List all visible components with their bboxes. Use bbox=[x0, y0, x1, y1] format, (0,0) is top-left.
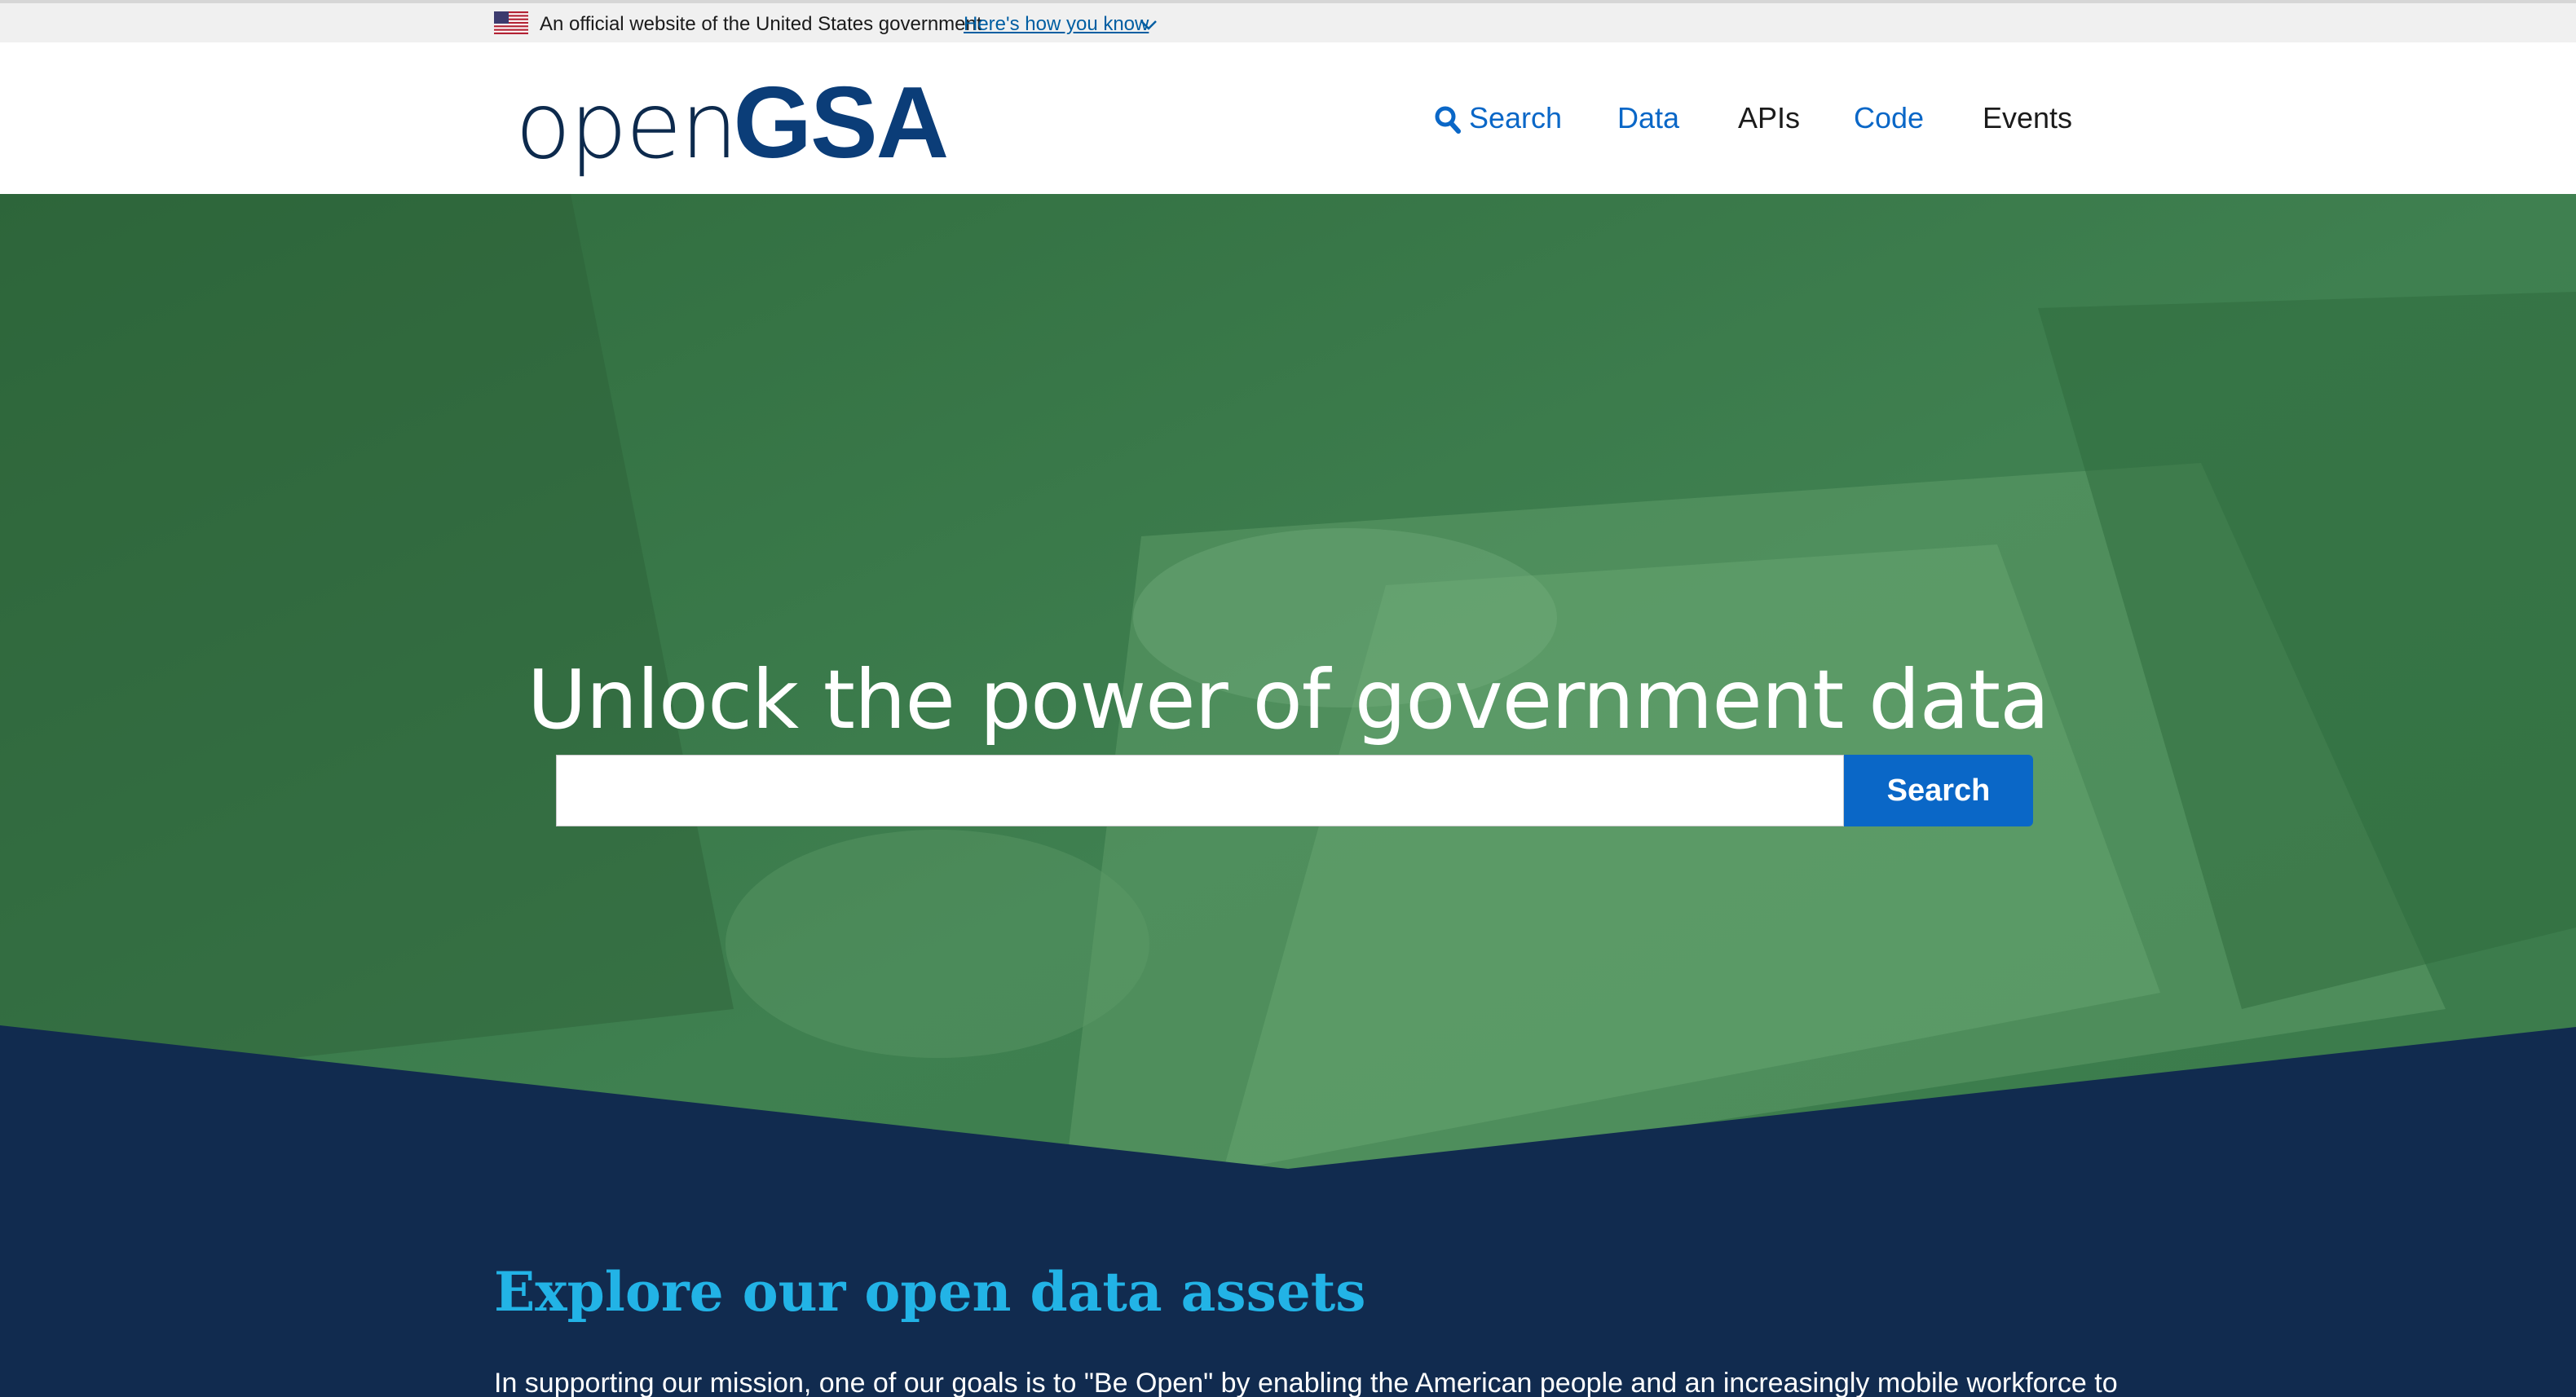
explore-heading: Explore our open data assets bbox=[494, 1260, 1366, 1324]
nav-data-link[interactable]: Data bbox=[1617, 101, 1679, 140]
nav-apis-link[interactable]: APIs bbox=[1738, 101, 1800, 140]
logo-gsa-text: GSA bbox=[733, 67, 950, 179]
gov-banner: An official website of the United States… bbox=[0, 0, 2576, 42]
how-you-know-link[interactable]: Here's how you know bbox=[964, 13, 1149, 36]
us-flag-icon bbox=[494, 11, 528, 34]
hero-search-input[interactable] bbox=[556, 755, 1844, 826]
logo-open-text: open bbox=[515, 73, 739, 179]
official-site-text: An official website of the United States… bbox=[540, 13, 982, 35]
chevron-down-icon[interactable] bbox=[1140, 20, 1158, 31]
explore-paragraph: In supporting our mission, one of our go… bbox=[494, 1368, 2118, 1397]
hero-section: Unlock the power of government data Sear… bbox=[0, 194, 2576, 1397]
hero-search-button[interactable]: Search bbox=[1844, 755, 2033, 826]
nav-code-link[interactable]: Code bbox=[1854, 101, 1924, 140]
nav-search-label: Search bbox=[1469, 101, 1563, 134]
nav-events-link[interactable]: Events bbox=[1983, 101, 2072, 140]
site-header: openGSA Search Data APIs Code Events bbox=[0, 42, 2576, 194]
hero-title: Unlock the power of government data bbox=[527, 652, 2050, 747]
search-icon bbox=[1435, 106, 1461, 134]
opengsa-logo[interactable]: openGSA bbox=[515, 65, 950, 179]
